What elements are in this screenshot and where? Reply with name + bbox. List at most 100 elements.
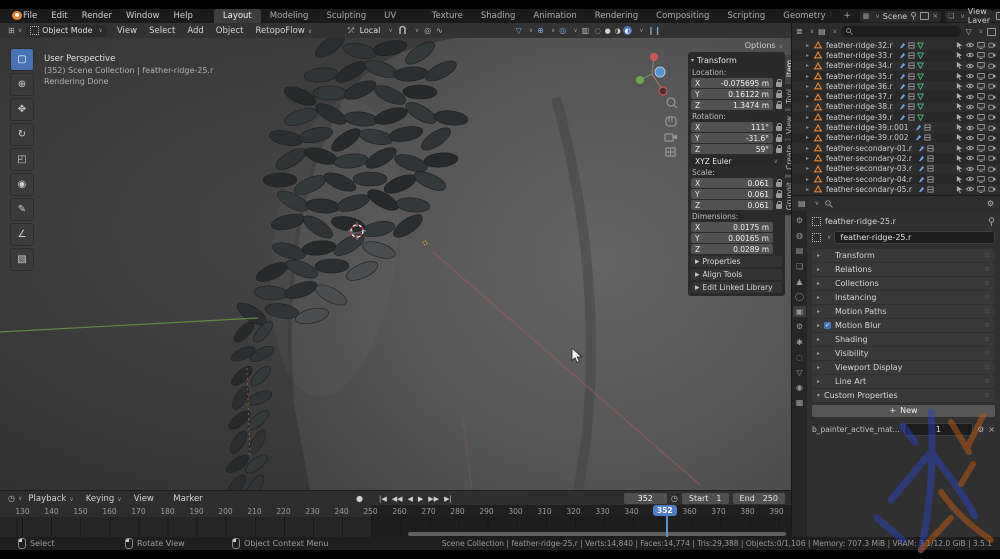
monitor-icon[interactable] (977, 103, 985, 110)
selectable-icon[interactable] (956, 83, 963, 90)
retopoflow-menu[interactable]: RetopoFlow∨ (249, 26, 318, 36)
properties-tab[interactable]: ▲ (793, 276, 806, 287)
lock-icon[interactable] (776, 82, 782, 87)
gizmo-toggle-icon[interactable]: ⊕ (537, 26, 544, 35)
eye-icon[interactable] (966, 73, 974, 79)
property-panel-header[interactable]: ▸ ✓ Visibility ≡ (812, 347, 995, 360)
orientation-label[interactable]: Local (360, 26, 381, 35)
transport-button[interactable]: ▶▶ (428, 495, 439, 503)
monitor-icon[interactable] (977, 176, 985, 183)
lock-icon[interactable] (776, 93, 782, 98)
toolbar-tool[interactable]: ✥ (10, 98, 34, 121)
record-button[interactable]: ● (356, 494, 363, 503)
eye-icon[interactable] (966, 52, 974, 58)
outliner-row[interactable]: ▸ feather-ridge-37.r (792, 91, 1000, 101)
value-field[interactable]: X-0.075695 m (691, 78, 773, 88)
pin-icon[interactable] (910, 12, 917, 20)
outliner-display-mode-icon[interactable]: ≣ (796, 27, 803, 36)
camera-icon[interactable] (988, 42, 996, 48)
toolbar-tool[interactable]: ▧ (10, 248, 34, 271)
value-field[interactable]: Y0.16122 m (691, 89, 773, 99)
viewport-menu-item[interactable]: View (111, 26, 143, 36)
property-panel-header[interactable]: ▸ ✓ Transform ≡ (812, 249, 995, 262)
editor-type-icon[interactable]: ⊞ (8, 26, 15, 35)
expand-icon[interactable]: ▸ (806, 93, 812, 100)
lock-icon[interactable] (776, 204, 782, 209)
n-panel-tab[interactable]: Grungit (785, 177, 791, 215)
falloff-curve-icon[interactable]: ∿ (436, 26, 443, 35)
workspace-tab[interactable]: Sculpting (317, 9, 375, 23)
value-field[interactable]: Z1.3474 m (691, 100, 773, 110)
lock-icon[interactable] (776, 137, 782, 142)
expand-icon[interactable]: ▸ (806, 62, 812, 69)
monitor-icon[interactable] (977, 134, 985, 141)
outliner-search-input[interactable] (841, 26, 961, 37)
properties-tab[interactable]: ◌ (793, 352, 806, 363)
eye-icon[interactable] (966, 125, 974, 131)
outliner-row[interactable]: ▸ feather-secondary-01.r (792, 143, 1000, 153)
properties-tab[interactable]: ◍ (793, 230, 806, 241)
eye-icon[interactable] (966, 83, 974, 89)
selectable-icon[interactable] (956, 52, 963, 59)
monitor-icon[interactable] (977, 124, 985, 131)
overlays-toggle-icon[interactable]: ◎ (559, 26, 566, 35)
properties-tab[interactable]: ▣ (793, 306, 806, 317)
shading-mode-button[interactable]: ◐ (623, 26, 632, 35)
pause-preview-button[interactable]: ❙❙ (648, 26, 661, 35)
toolbar-tool[interactable]: ⊕ (10, 73, 34, 96)
outliner-row[interactable]: ▸ feather-ridge-36.r (792, 81, 1000, 91)
value-field[interactable]: Y-31.6° (691, 133, 773, 143)
viewport-menu-item[interactable]: Add (181, 26, 209, 36)
selectable-icon[interactable] (956, 42, 963, 49)
expand-icon[interactable]: ▸ (806, 145, 812, 152)
value-field[interactable]: X0.061 (691, 178, 773, 188)
new-view-layer-icon[interactable] (996, 12, 1000, 20)
monitor-icon[interactable] (977, 165, 985, 172)
property-panel-header[interactable]: ▸ ✓ Motion Paths ≡ (812, 305, 995, 318)
camera-icon[interactable] (988, 63, 996, 69)
shading-mode-button[interactable]: ◑ (613, 26, 622, 35)
lock-icon[interactable] (776, 104, 782, 109)
properties-tab[interactable]: ❏ (793, 261, 806, 272)
selectable-icon[interactable] (956, 62, 963, 69)
scene-selector[interactable]: ▦∨ Scene × (860, 11, 941, 22)
rotation-mode-dropdown[interactable]: XYZ Euler∨ (691, 156, 782, 166)
selectable-icon[interactable] (956, 155, 963, 162)
toolbar-tool[interactable]: ◰ (10, 148, 34, 171)
properties-tab[interactable]: ✱ (793, 337, 806, 348)
expand-icon[interactable]: ▸ (806, 103, 812, 110)
viewport-3d[interactable]: User Perspective (352) Scene Collection … (0, 38, 791, 490)
timeline-menu-item[interactable]: Playback∨ (22, 494, 79, 504)
toolbar-tool[interactable]: ✎ (10, 198, 34, 221)
options-dropdown[interactable]: Options∨ (745, 41, 783, 50)
monitor-icon[interactable] (977, 114, 985, 121)
transport-button[interactable]: ▶| (444, 495, 452, 503)
transform-panel-header[interactable]: ▾ Transform (691, 54, 782, 66)
start-frame-field[interactable]: Start1 (682, 493, 729, 504)
selectable-icon[interactable] (956, 93, 963, 100)
toolbar-tool[interactable]: ∠ (10, 223, 34, 246)
toolbar-tool[interactable]: ▢ (10, 48, 34, 71)
eye-icon[interactable] (966, 42, 974, 48)
value-field[interactable]: Z0.0289 m (691, 244, 773, 254)
selectable-icon[interactable] (956, 165, 963, 172)
monitor-icon[interactable] (977, 83, 985, 90)
expand-icon[interactable]: ▸ (806, 73, 812, 80)
mode-selector[interactable]: Object Mode ∨ (26, 25, 107, 37)
playhead-badge[interactable]: 352 (653, 505, 677, 516)
eye-icon[interactable] (966, 166, 974, 172)
topbar-menu-item[interactable]: Window (119, 11, 167, 21)
expand-icon[interactable]: ▸ (806, 155, 812, 162)
expand-icon[interactable]: ▸ (806, 165, 812, 172)
eye-icon[interactable] (966, 186, 974, 192)
properties-tab[interactable]: ▦ (793, 397, 806, 408)
object-name-field[interactable]: feather-ridge-25.r (834, 231, 995, 244)
expand-icon[interactable]: ▸ (806, 114, 812, 121)
monitor-icon[interactable] (977, 42, 985, 49)
outliner-row[interactable]: ▸ feather-secondary-05.r (792, 184, 1000, 194)
outliner-row[interactable]: ▸ feather-ridge-38.r (792, 102, 1000, 112)
properties-tab[interactable]: ⚙ (793, 321, 806, 332)
value-field[interactable]: X0.0175 m (691, 222, 773, 232)
collapsed-panel[interactable]: ▸ Align Tools (691, 269, 782, 280)
properties-tab[interactable]: ▤ (793, 245, 806, 256)
